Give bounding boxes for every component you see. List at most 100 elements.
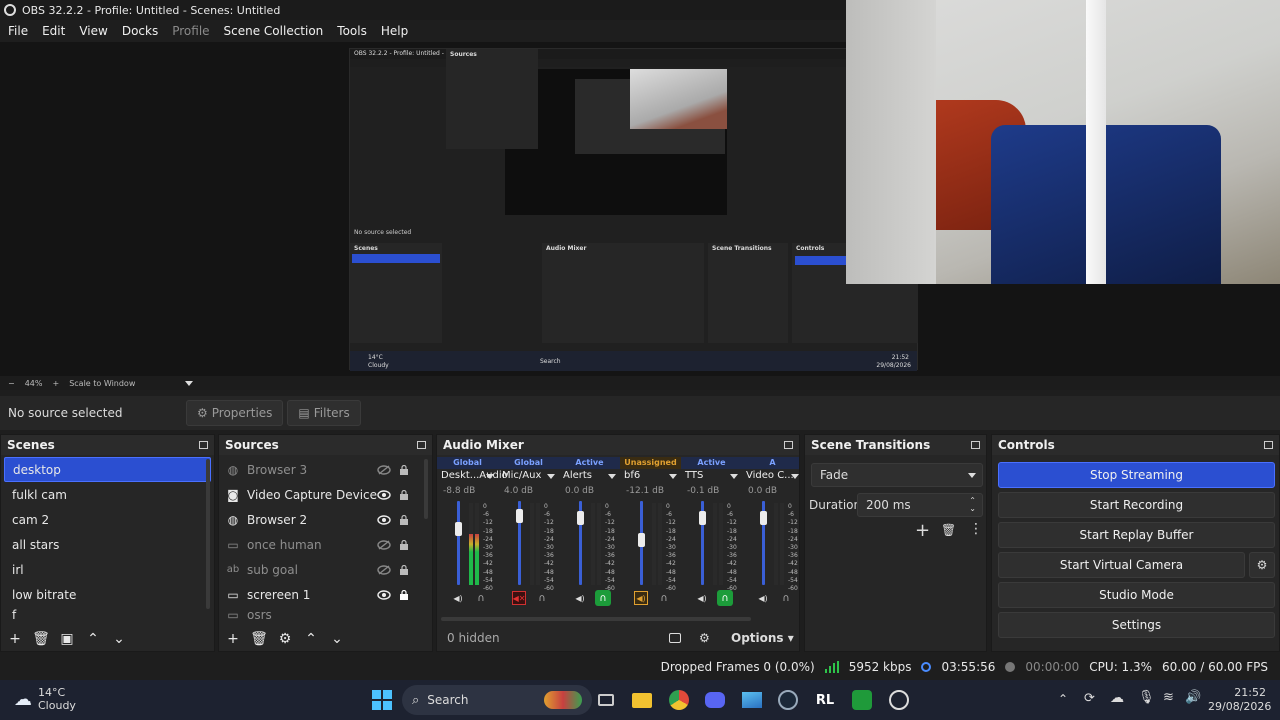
- source-item[interactable]: ◍ Browser 3: [219, 457, 432, 482]
- speaker-icon[interactable]: ◀): [634, 591, 648, 605]
- undock-icon[interactable]: [1264, 441, 1273, 449]
- menu-tools[interactable]: Tools: [337, 24, 367, 38]
- chevron-down-icon[interactable]: [608, 474, 616, 479]
- move-down-icon[interactable]: ⌄: [111, 631, 127, 647]
- volume-fader[interactable]: [457, 501, 460, 585]
- virtual-camera-settings-button[interactable]: ⚙: [1249, 552, 1275, 578]
- menu-profile[interactable]: Profile: [172, 24, 209, 38]
- scene-item[interactable]: desktop: [4, 457, 211, 482]
- move-down-icon[interactable]: ⌄: [329, 631, 345, 647]
- volume-icon[interactable]: 🔊: [1185, 690, 1201, 705]
- start-replay-buffer-button[interactable]: Start Replay Buffer: [998, 522, 1275, 548]
- clock[interactable]: 21:52 29/08/2026: [1208, 686, 1271, 714]
- undock-icon[interactable]: [199, 441, 208, 449]
- sync-icon[interactable]: ⟳: [1084, 691, 1095, 706]
- chevron-up-icon[interactable]: ⌃: [1058, 692, 1068, 706]
- sources-scrollbar[interactable]: [424, 459, 428, 519]
- filters-button[interactable]: ▤ Filters: [287, 400, 361, 426]
- fader-handle[interactable]: [516, 509, 523, 524]
- add-transition-icon[interactable]: +: [915, 520, 930, 541]
- duration-spinbox[interactable]: 200 ms ⌃ ⌄: [857, 493, 983, 517]
- spin-arrows-icon[interactable]: ⌃ ⌄: [969, 497, 976, 513]
- undock-icon[interactable]: [417, 441, 426, 449]
- channel-name[interactable]: Mic/Aux: [502, 470, 541, 481]
- trash-icon[interactable]: 🗑: [32, 631, 50, 647]
- eye-icon[interactable]: [377, 489, 391, 500]
- undock-icon[interactable]: [971, 441, 980, 449]
- fader-handle[interactable]: [577, 510, 584, 525]
- options-button[interactable]: Options ▾: [731, 631, 794, 645]
- lock-icon[interactable]: [399, 514, 409, 525]
- lock-icon[interactable]: [399, 539, 409, 550]
- headphones-icon[interactable]: ∩: [595, 590, 611, 606]
- xbox-icon[interactable]: [848, 686, 876, 714]
- scene-item[interactable]: all stars: [4, 532, 211, 557]
- undock-icon[interactable]: [784, 441, 793, 449]
- cloud-sync-icon[interactable]: ☁: [1110, 690, 1124, 706]
- headphones-icon[interactable]: ∩: [534, 590, 550, 606]
- start-virtual-camera-button[interactable]: Start Virtual Camera: [998, 552, 1245, 578]
- chevron-down-icon[interactable]: [669, 474, 677, 479]
- chrome-icon[interactable]: [665, 686, 693, 714]
- speaker-icon[interactable]: ◀): [573, 591, 587, 605]
- source-item[interactable]: ▭ screreen 1: [219, 582, 432, 607]
- eye-slash-icon[interactable]: [377, 539, 391, 550]
- channel-name[interactable]: Alerts: [563, 470, 592, 481]
- file-explorer-icon[interactable]: [628, 686, 656, 714]
- task-view-icon[interactable]: [592, 686, 620, 714]
- lock-icon[interactable]: [399, 464, 409, 475]
- speaker-icon[interactable]: ◀): [451, 591, 465, 605]
- settings-button[interactable]: Settings: [998, 612, 1275, 638]
- start-button[interactable]: [368, 686, 396, 714]
- headphones-icon[interactable]: ∩: [717, 590, 733, 606]
- headphones-icon[interactable]: ∩: [656, 590, 672, 606]
- speaker-icon[interactable]: ◀): [695, 591, 709, 605]
- obs-taskbar-icon[interactable]: [885, 686, 913, 714]
- layout-icon[interactable]: [669, 633, 681, 643]
- headphones-icon[interactable]: ∩: [473, 590, 489, 606]
- mute-icon[interactable]: ◀✕: [512, 591, 526, 605]
- eye-icon[interactable]: [377, 514, 391, 525]
- channel-name[interactable]: Video C...: [746, 470, 794, 481]
- taskbar-search[interactable]: ⌕ Search: [402, 685, 592, 715]
- fader-handle[interactable]: [455, 522, 462, 536]
- scene-filter-icon[interactable]: ▣: [59, 631, 75, 647]
- menu-view[interactable]: View: [79, 24, 107, 38]
- scene-item[interactable]: irl: [4, 557, 211, 582]
- trash-icon[interactable]: 🗑: [941, 523, 956, 537]
- fader-handle[interactable]: [638, 532, 645, 547]
- channel-name[interactable]: bf6: [624, 470, 640, 481]
- chevron-down-icon[interactable]: [791, 474, 799, 479]
- scene-item[interactable]: low bitrate: [4, 582, 211, 607]
- menu-help[interactable]: Help: [381, 24, 408, 38]
- chevron-down-icon[interactable]: [547, 474, 555, 479]
- add-source-icon[interactable]: +: [225, 631, 241, 647]
- source-item[interactable]: ◍ Browser 2: [219, 507, 432, 532]
- lock-icon[interactable]: [399, 489, 409, 500]
- zoom-in-button[interactable]: +: [52, 379, 59, 388]
- menu-edit[interactable]: Edit: [42, 24, 65, 38]
- lock-icon[interactable]: [399, 589, 409, 600]
- fader-handle[interactable]: [760, 510, 767, 525]
- more-options-icon[interactable]: ⋮: [969, 521, 983, 537]
- speaker-icon[interactable]: ◀): [756, 591, 770, 605]
- source-item[interactable]: ◙ Video Capture Device: [219, 482, 432, 507]
- mixer-scrollbar[interactable]: [441, 617, 751, 621]
- chevron-down-icon[interactable]: [185, 380, 194, 386]
- source-item[interactable]: ▭ once human: [219, 532, 432, 557]
- menu-docks[interactable]: Docks: [122, 24, 158, 38]
- source-item[interactable]: ▭ osrs: [219, 607, 432, 623]
- source-item[interactable]: ab sub goal: [219, 557, 432, 582]
- photos-icon[interactable]: [738, 686, 766, 714]
- microphone-icon[interactable]: 🎙: [1138, 690, 1155, 705]
- add-scene-icon[interactable]: +: [7, 631, 23, 647]
- scene-item[interactable]: f: [4, 607, 211, 623]
- eye-icon[interactable]: [377, 589, 391, 600]
- eye-slash-icon[interactable]: [377, 564, 391, 575]
- stop-streaming-button[interactable]: Stop Streaming: [998, 462, 1275, 488]
- menu-scene-collection[interactable]: Scene Collection: [224, 24, 324, 38]
- eye-slash-icon[interactable]: [377, 464, 391, 475]
- weather-widget[interactable]: ☁ 14°C Cloudy: [14, 686, 76, 712]
- gear-icon[interactable]: ⚙: [277, 631, 293, 647]
- fader-handle[interactable]: [699, 510, 706, 525]
